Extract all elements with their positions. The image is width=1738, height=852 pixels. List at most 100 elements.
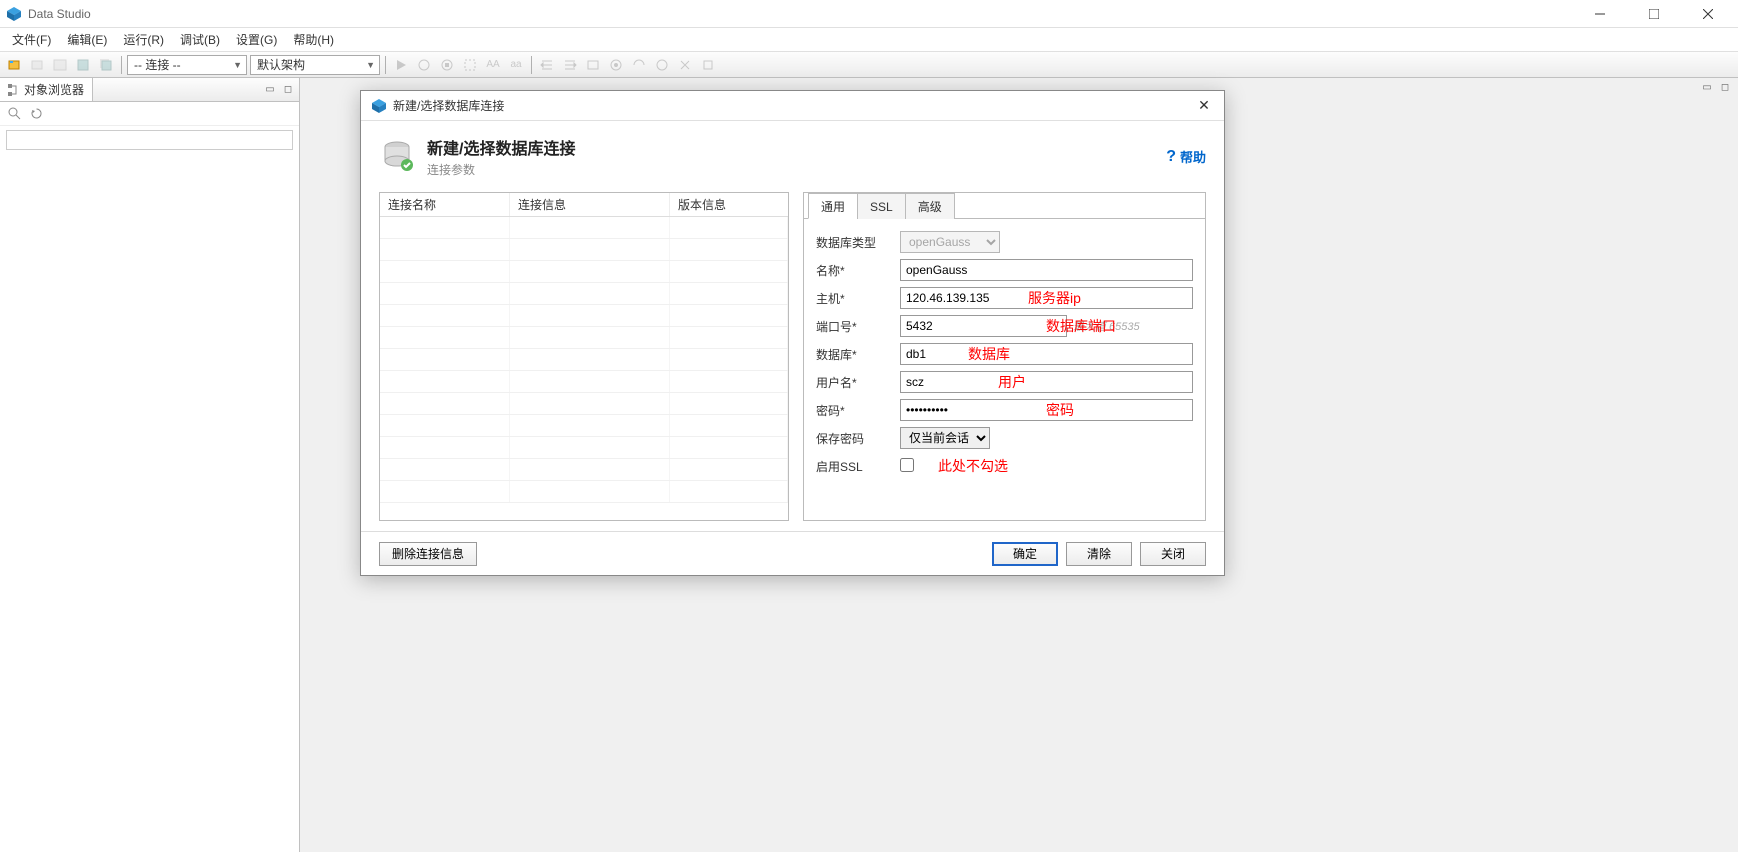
username-input[interactable]	[900, 371, 1193, 393]
editor-restore-icon[interactable]: ◻	[1718, 80, 1732, 94]
toolbar-icon-d[interactable]	[583, 55, 603, 75]
toolbar-separator	[385, 56, 386, 74]
execute-icon[interactable]	[391, 55, 411, 75]
indent-icon[interactable]	[537, 55, 557, 75]
titlebar: Data Studio	[0, 0, 1738, 28]
toolbar-icon-2[interactable]	[27, 55, 47, 75]
name-input[interactable]	[900, 259, 1193, 281]
close-button[interactable]: 关闭	[1140, 542, 1206, 566]
object-browser-tab-label: 对象浏览器	[24, 81, 84, 98]
object-browser-tab[interactable]: 对象浏览器	[0, 78, 93, 101]
table-row[interactable]	[380, 349, 788, 371]
panel-minimize-icon[interactable]: ▭	[263, 83, 277, 97]
toolbar-separator	[121, 56, 122, 74]
help-icon: ?	[1166, 148, 1176, 166]
annotation-username: 用户	[998, 372, 1026, 392]
delete-connection-button[interactable]: 删除连接信息	[379, 542, 477, 566]
toolbar-icon-a[interactable]	[414, 55, 434, 75]
menu-edit[interactable]: 编辑(E)	[59, 28, 115, 51]
toolbar-icon-i[interactable]	[698, 55, 718, 75]
dialog-header-subtitle: 连接参数	[427, 161, 575, 178]
database-icon	[379, 139, 415, 175]
panel-restore-icon[interactable]: ◻	[281, 83, 295, 97]
menu-settings[interactable]: 设置(G)	[228, 28, 285, 51]
menubar: 文件(F) 编辑(E) 运行(R) 调试(B) 设置(G) 帮助(H)	[0, 28, 1738, 52]
db-type-select[interactable]: openGauss	[900, 231, 1000, 253]
save-icon[interactable]	[73, 55, 93, 75]
toolbar-icon-3[interactable]	[50, 55, 70, 75]
toolbar-icon-b[interactable]	[437, 55, 457, 75]
window-maximize-button[interactable]	[1636, 2, 1672, 26]
database-input[interactable]	[900, 343, 1193, 365]
table-row[interactable]	[380, 415, 788, 437]
schema-dropdown[interactable]: 默认架构 ▼	[250, 55, 380, 75]
table-row[interactable]	[380, 283, 788, 305]
connection-dropdown-label: -- 连接 --	[134, 56, 181, 73]
save-password-select[interactable]: 仅当前会话	[900, 427, 990, 449]
table-row[interactable]	[380, 327, 788, 349]
label-database: 数据库*	[816, 346, 900, 363]
help-label: 帮助	[1180, 147, 1206, 166]
annotation-host: 服务器ip	[1028, 288, 1081, 308]
toolbar: -- 连接 -- ▼ 默认架构 ▼ AA aa	[0, 52, 1738, 78]
toolbar-icon-f[interactable]	[629, 55, 649, 75]
tab-general[interactable]: 通用	[808, 193, 858, 219]
col-header-version: 版本信息	[670, 193, 788, 216]
clear-button[interactable]: 清除	[1066, 542, 1132, 566]
annotation-ssl: 此处不勾选	[938, 456, 1008, 476]
dialog-close-button[interactable]: ✕	[1194, 96, 1214, 116]
new-connection-icon[interactable]	[4, 55, 24, 75]
tree-icon	[8, 84, 20, 96]
uppercase-icon[interactable]: AA	[483, 55, 503, 75]
menu-debug[interactable]: 调试(B)	[172, 28, 228, 51]
label-password: 密码*	[816, 402, 900, 419]
table-row[interactable]	[380, 239, 788, 261]
table-row[interactable]	[380, 371, 788, 393]
table-row[interactable]	[380, 305, 788, 327]
table-row[interactable]	[380, 217, 788, 239]
enable-ssl-checkbox[interactable]	[900, 458, 914, 472]
help-link[interactable]: ? 帮助	[1166, 147, 1206, 166]
dialog-logo-icon	[371, 98, 387, 114]
connection-dropdown[interactable]: -- 连接 -- ▼	[127, 55, 247, 75]
search-icon[interactable]	[6, 106, 22, 122]
menu-run[interactable]: 运行(R)	[115, 28, 172, 51]
chevron-down-icon: ▼	[233, 60, 242, 70]
table-row[interactable]	[380, 393, 788, 415]
toolbar-icon-c[interactable]	[460, 55, 480, 75]
app-title: Data Studio	[28, 7, 1582, 21]
tab-advanced[interactable]: 高级	[905, 193, 955, 219]
label-username: 用户名*	[816, 374, 900, 391]
connection-list-table[interactable]: 连接名称 连接信息 版本信息	[379, 192, 789, 521]
menu-help[interactable]: 帮助(H)	[285, 28, 342, 51]
lowercase-icon[interactable]: aa	[506, 55, 526, 75]
table-row[interactable]	[380, 481, 788, 503]
table-row[interactable]	[380, 437, 788, 459]
object-search-input[interactable]	[6, 130, 293, 150]
outdent-icon[interactable]	[560, 55, 580, 75]
menu-file[interactable]: 文件(F)	[4, 28, 59, 51]
ok-button[interactable]: 确定	[992, 542, 1058, 566]
window-minimize-button[interactable]	[1582, 2, 1618, 26]
object-browser-panel: 对象浏览器 ▭ ◻	[0, 78, 300, 852]
window-close-button[interactable]	[1690, 2, 1726, 26]
toolbar-icon-g[interactable]	[652, 55, 672, 75]
col-header-info: 连接信息	[510, 193, 670, 216]
table-row[interactable]	[380, 459, 788, 481]
label-host: 主机*	[816, 290, 900, 307]
tab-ssl[interactable]: SSL	[857, 193, 906, 219]
toolbar-separator	[531, 56, 532, 74]
annotation-database: 数据库	[968, 344, 1010, 364]
annotation-password: 密码	[1046, 400, 1074, 420]
toolbar-icon-h[interactable]	[675, 55, 695, 75]
port-input[interactable]	[900, 315, 1067, 337]
table-row[interactable]	[380, 261, 788, 283]
save-all-icon[interactable]	[96, 55, 116, 75]
label-port: 端口号*	[816, 318, 900, 335]
toolbar-icon-e[interactable]	[606, 55, 626, 75]
editor-minimize-icon[interactable]: ▭	[1700, 80, 1714, 94]
refresh-icon[interactable]	[28, 106, 44, 122]
col-header-name: 连接名称	[380, 193, 510, 216]
annotation-port: 数据库端口	[1046, 316, 1116, 336]
app-logo-icon	[6, 6, 22, 22]
